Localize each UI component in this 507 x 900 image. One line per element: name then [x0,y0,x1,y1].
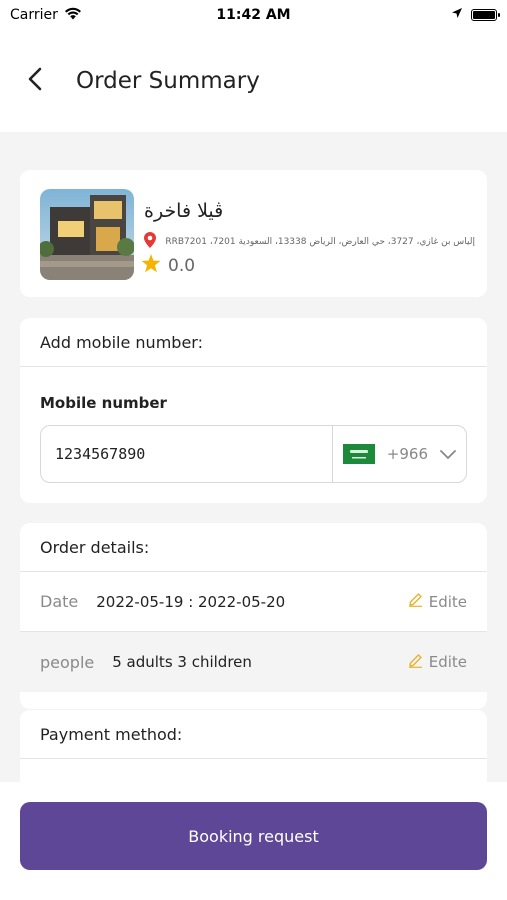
mobile-number-label: Mobile number [40,394,167,412]
bottom-bar: Booking request [0,782,507,900]
country-dial-code: +966 [386,445,428,463]
order-date-row: Date 2022-05-19 : 2022-05-20 Edite [20,572,487,632]
people-label: people [40,652,95,672]
payment-section-title: Payment method: [20,710,487,759]
status-right [451,7,500,23]
mobile-number-field: +966 [40,425,467,483]
order-details-card: Order details: Date 2022-05-19 : 2022-05… [20,523,487,709]
edit-date-button[interactable]: Edite [408,592,467,611]
pencil-icon [408,592,423,611]
rating-value: 0.0 [168,255,196,276]
order-section-title: Order details: [20,523,487,572]
booking-request-button[interactable]: Booking request [20,802,487,870]
back-button[interactable] [28,66,50,96]
location-pin-icon [144,232,156,252]
battery-icon [471,9,500,21]
date-label: Date [40,592,79,611]
pencil-icon [408,653,423,672]
edit-people-button[interactable]: Edite [408,653,467,672]
date-value: 2022-05-19 : 2022-05-20 [96,592,286,611]
status-left: Carrier [10,7,82,24]
property-image [40,189,134,280]
property-card[interactable]: ڤيلا فاخرة إلياس بن غازي، 3727، حي العار… [20,170,487,297]
mobile-number-input[interactable] [41,426,332,482]
page-title: Order Summary [76,68,260,94]
property-name: ڤيلا فاخرة [144,200,224,222]
scroll-content[interactable]: ڤيلا فاخرة إلياس بن غازي، 3727، حي العار… [0,132,507,782]
property-address-row: إلياس بن غازي، 3727، حي العارض، الرياض 1… [144,232,475,252]
app-header: Order Summary [0,30,507,132]
location-arrow-icon [451,7,463,23]
wifi-icon [64,7,82,24]
people-value: 5 adults 3 children [112,653,252,671]
payment-method-card: Payment method: [20,710,487,782]
carrier-label: Carrier [10,7,58,23]
star-icon [141,254,161,277]
mobile-section-title: Add mobile number: [20,318,487,367]
property-rating-row: 0.0 [141,254,195,277]
status-bar: Carrier 11:42 AM [0,0,507,30]
country-code-select[interactable]: +966 [331,426,466,482]
property-address: إلياس بن غازي، 3727، حي العارض، الرياض 1… [166,237,475,247]
order-people-row: people 5 adults 3 children Edite [20,632,487,692]
edit-people-label: Edite [428,653,467,671]
chevron-left-icon [28,67,42,95]
saudi-arabia-flag-icon [342,444,375,464]
edit-date-label: Edite [428,592,467,611]
chevron-down-icon [440,445,456,464]
mobile-number-card: Add mobile number: Mobile number +966 [20,318,487,503]
